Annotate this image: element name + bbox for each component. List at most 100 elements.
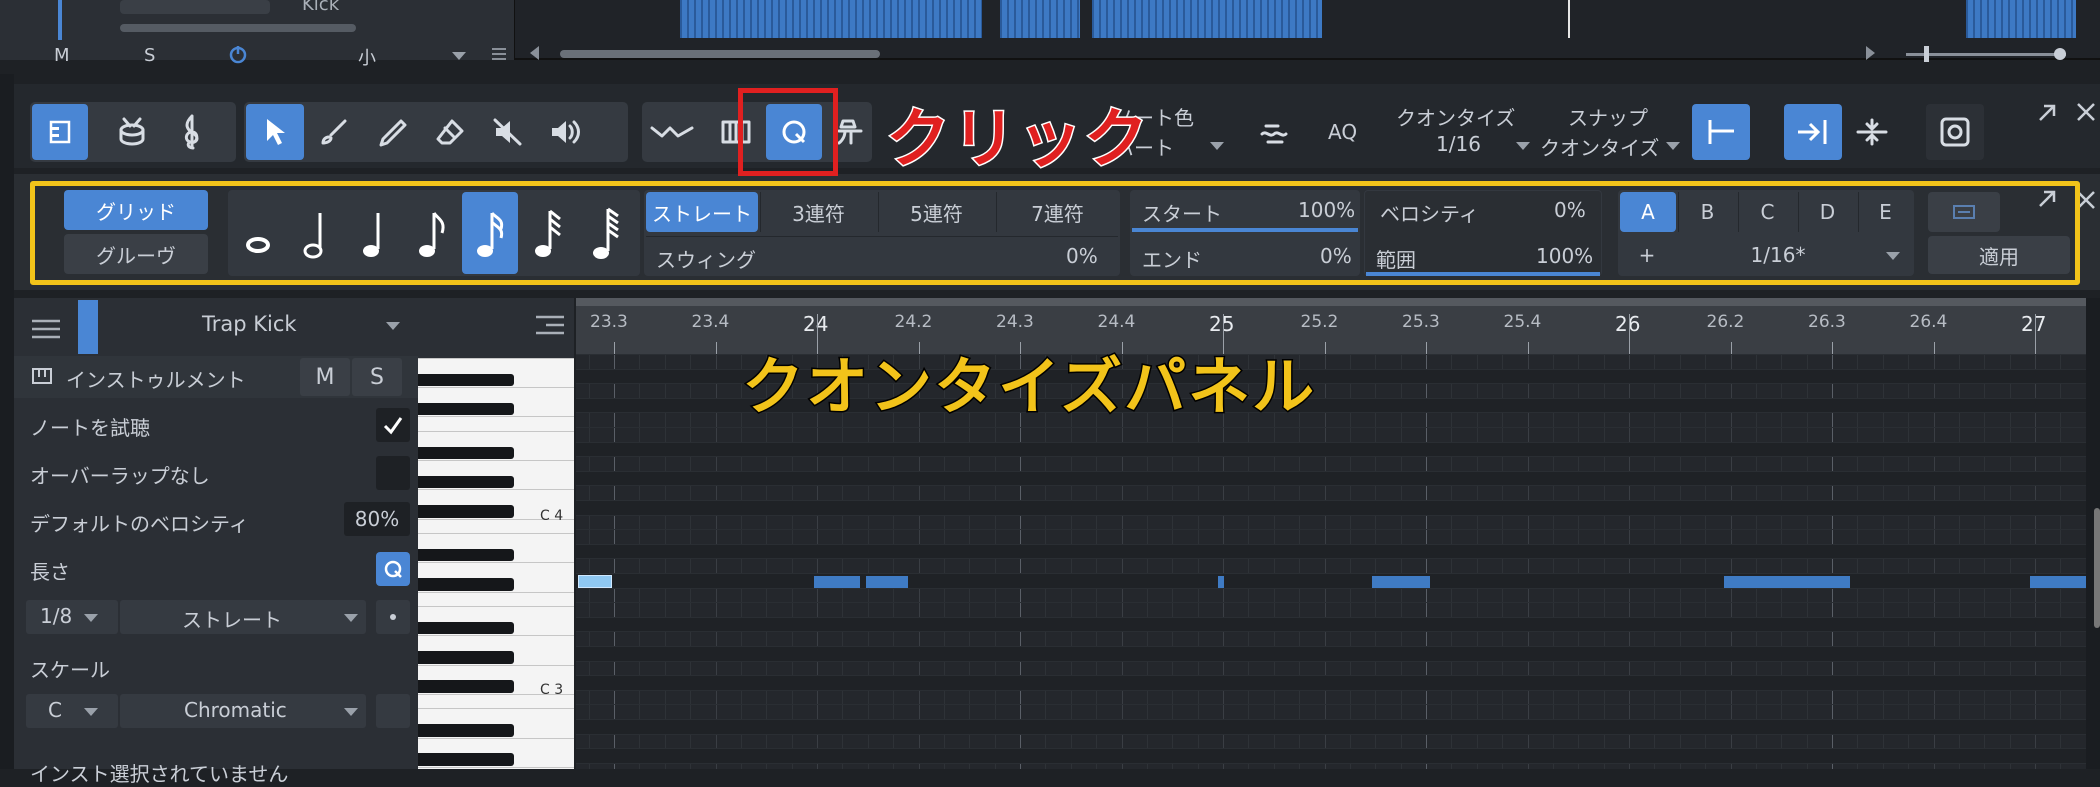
audition-checkbox[interactable] bbox=[376, 408, 410, 442]
audio-event[interactable] bbox=[1000, 0, 1080, 38]
menu-icon[interactable] bbox=[492, 46, 506, 65]
ruler-tick bbox=[1324, 342, 1326, 354]
scroll-right-icon[interactable] bbox=[1866, 46, 1875, 60]
drum-view-button[interactable] bbox=[104, 104, 160, 160]
mute-button[interactable]: M bbox=[54, 45, 70, 66]
split-icon bbox=[1856, 118, 1888, 146]
scale-extra-button[interactable] bbox=[376, 694, 410, 728]
default-velocity-field[interactable]: 80% bbox=[344, 502, 410, 536]
eraser-tool-button[interactable] bbox=[422, 104, 478, 160]
quantize-value[interactable]: 1/16 bbox=[1436, 132, 1481, 156]
piano-view-button[interactable] bbox=[32, 104, 88, 160]
snap-to-grid-button[interactable] bbox=[1692, 104, 1750, 160]
aq-button[interactable]: AQ bbox=[1328, 120, 1357, 144]
white-key-line bbox=[418, 606, 574, 608]
zoom-slider-knob[interactable] bbox=[1924, 46, 1929, 62]
vertical-scrollbar[interactable] bbox=[2086, 298, 2100, 769]
overlap-checkbox[interactable] bbox=[376, 456, 410, 490]
expand-icon[interactable] bbox=[2036, 102, 2058, 128]
ruler-label: 23.4 bbox=[691, 312, 730, 332]
midi-note[interactable] bbox=[1372, 576, 1430, 588]
quantize-label: クオンタイズ bbox=[1396, 106, 1516, 130]
ruler-tick bbox=[1629, 314, 1630, 354]
inspector-menu-icon[interactable] bbox=[32, 318, 60, 344]
white-key-line bbox=[418, 489, 574, 491]
grid-row bbox=[576, 748, 2086, 763]
horizontal-scrollbar[interactable] bbox=[560, 50, 880, 58]
instrument-solo-button[interactable]: S bbox=[352, 358, 402, 396]
follow-playback-button[interactable] bbox=[1784, 104, 1842, 160]
listen-tool-button[interactable] bbox=[538, 104, 594, 160]
midi-note[interactable] bbox=[814, 576, 860, 588]
ruler-label: 24 bbox=[803, 312, 829, 336]
arrow-cursor-icon bbox=[267, 119, 285, 145]
size-dropdown-icon[interactable] bbox=[452, 52, 466, 60]
score-view-button[interactable] bbox=[164, 104, 220, 160]
scale-root-select[interactable] bbox=[26, 694, 118, 728]
track-color bbox=[58, 0, 62, 40]
black-key bbox=[418, 724, 514, 737]
black-key bbox=[418, 446, 514, 460]
ruler-label: 26.3 bbox=[1808, 312, 1846, 332]
grid-row bbox=[576, 529, 2086, 544]
scroll-left-icon[interactable] bbox=[530, 46, 539, 60]
white-key-line bbox=[418, 562, 574, 564]
track-dropdown-icon[interactable] bbox=[386, 322, 400, 330]
midi-note[interactable] bbox=[1218, 576, 1224, 588]
zoom-slider-knob[interactable] bbox=[2054, 48, 2066, 60]
white-key-line bbox=[418, 635, 574, 637]
black-key bbox=[418, 548, 514, 562]
grid-row bbox=[576, 456, 2086, 471]
black-key bbox=[418, 621, 514, 635]
midi-note[interactable] bbox=[1724, 576, 1850, 588]
track-color-swatch bbox=[78, 300, 98, 354]
automation-button[interactable] bbox=[644, 104, 700, 160]
ruler-label: 26.4 bbox=[1909, 312, 1948, 332]
close-icon[interactable] bbox=[2074, 100, 2098, 128]
scale-label: スケール bbox=[30, 658, 110, 682]
inspector-track-name[interactable]: Trap Kick bbox=[202, 312, 297, 336]
power-icon[interactable] bbox=[228, 44, 248, 68]
scale-root-value: C bbox=[48, 698, 62, 722]
piano-keyboard[interactable]: C 4 C 3 bbox=[418, 358, 574, 769]
zoom-fit-button[interactable] bbox=[1926, 104, 1984, 160]
treble-clef-icon bbox=[184, 114, 199, 150]
zoom-slider[interactable] bbox=[1906, 53, 2066, 56]
track-volume-slider[interactable] bbox=[120, 24, 356, 32]
black-key bbox=[418, 753, 514, 766]
white-key-line bbox=[418, 591, 574, 593]
solo-button[interactable]: S bbox=[144, 45, 155, 66]
dotted-button[interactable] bbox=[376, 600, 410, 634]
humanize-button[interactable] bbox=[1254, 114, 1294, 154]
brush-tool-button[interactable] bbox=[306, 104, 362, 160]
length-quantize-button[interactable] bbox=[376, 552, 410, 586]
grid-row bbox=[576, 733, 2086, 749]
ruler-menu-icon[interactable] bbox=[536, 314, 564, 340]
snap-dropdown-icon[interactable] bbox=[1666, 142, 1680, 150]
white-key-line bbox=[418, 664, 574, 666]
midi-note[interactable] bbox=[2030, 576, 2086, 588]
track-name: Kick bbox=[302, 0, 340, 15]
midi-note[interactable] bbox=[578, 575, 612, 588]
waveform-dots-icon bbox=[650, 126, 694, 138]
midi-note[interactable] bbox=[866, 576, 908, 588]
note-color-dropdown-icon[interactable] bbox=[1210, 142, 1224, 150]
length-dropdown-icon bbox=[84, 614, 98, 622]
grid-row bbox=[576, 573, 2086, 588]
mute-tool-button[interactable] bbox=[480, 104, 536, 160]
pencil-tool-button[interactable] bbox=[364, 104, 420, 160]
audio-event[interactable] bbox=[680, 0, 982, 38]
grid-row bbox=[576, 427, 2086, 442]
grid-row bbox=[576, 646, 2086, 661]
quantize-button-highlight bbox=[738, 88, 838, 176]
instrument-mute-button[interactable]: M bbox=[300, 358, 350, 396]
audio-event[interactable] bbox=[1966, 0, 2076, 38]
arrow-tool-button[interactable] bbox=[246, 104, 304, 160]
check-icon bbox=[383, 417, 403, 435]
quantize-q-icon bbox=[384, 560, 402, 578]
snap-value[interactable]: クオンタイズ bbox=[1540, 132, 1659, 161]
split-button[interactable] bbox=[1844, 104, 1900, 160]
size-label[interactable]: 小 bbox=[358, 44, 376, 70]
quantize-dropdown-icon[interactable] bbox=[1516, 142, 1530, 150]
audio-event[interactable] bbox=[1092, 0, 1322, 38]
